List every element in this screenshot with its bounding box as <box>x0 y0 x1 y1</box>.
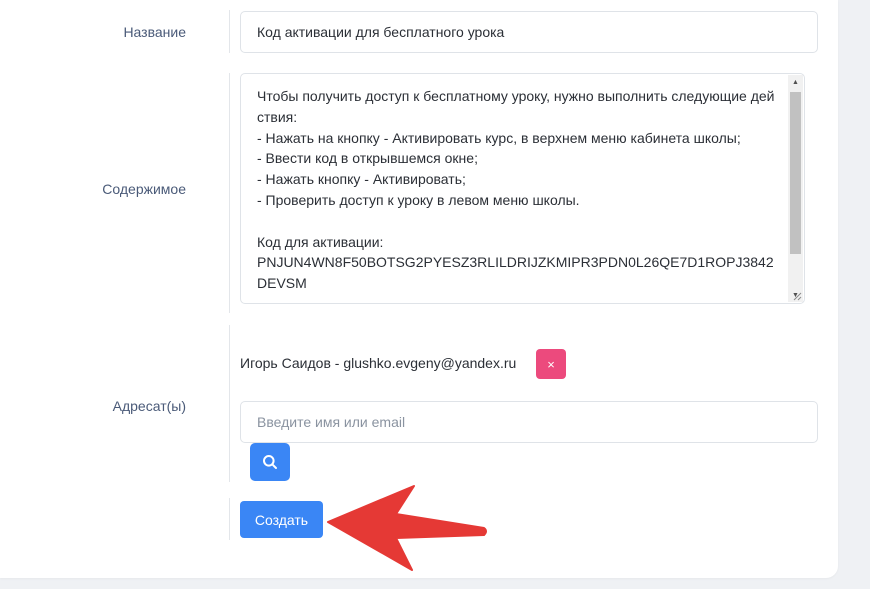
recipient-search-input[interactable] <box>240 401 818 443</box>
submit-divider <box>229 498 230 540</box>
title-label: Название <box>123 24 186 40</box>
recipients-label: Адресат(ы) <box>112 398 186 414</box>
title-divider <box>229 10 230 53</box>
resize-handle-icon[interactable] <box>792 291 802 301</box>
remove-recipient-button[interactable]: × <box>536 349 566 379</box>
red-arrow-icon <box>327 485 487 571</box>
search-button[interactable] <box>250 443 290 481</box>
create-button[interactable]: Создать <box>240 501 323 538</box>
recipient-item: Игорь Саидов - glushko.evgeny@yandex.ru <box>240 355 517 371</box>
recipients-divider <box>229 325 230 482</box>
content-label: Содержимое <box>102 181 186 197</box>
content-divider <box>229 73 230 313</box>
content-text: Чтобы получить доступ к бесплатному урок… <box>257 88 775 292</box>
content-scrollbar[interactable]: ▲ ▼ <box>788 75 803 302</box>
title-input[interactable] <box>240 11 818 53</box>
close-icon: × <box>547 356 555 372</box>
scroll-thumb[interactable] <box>790 92 801 254</box>
scroll-up-icon[interactable]: ▲ <box>788 75 803 89</box>
search-icon <box>263 455 277 469</box>
content-textarea[interactable]: Чтобы получить доступ к бесплатному урок… <box>240 73 805 304</box>
